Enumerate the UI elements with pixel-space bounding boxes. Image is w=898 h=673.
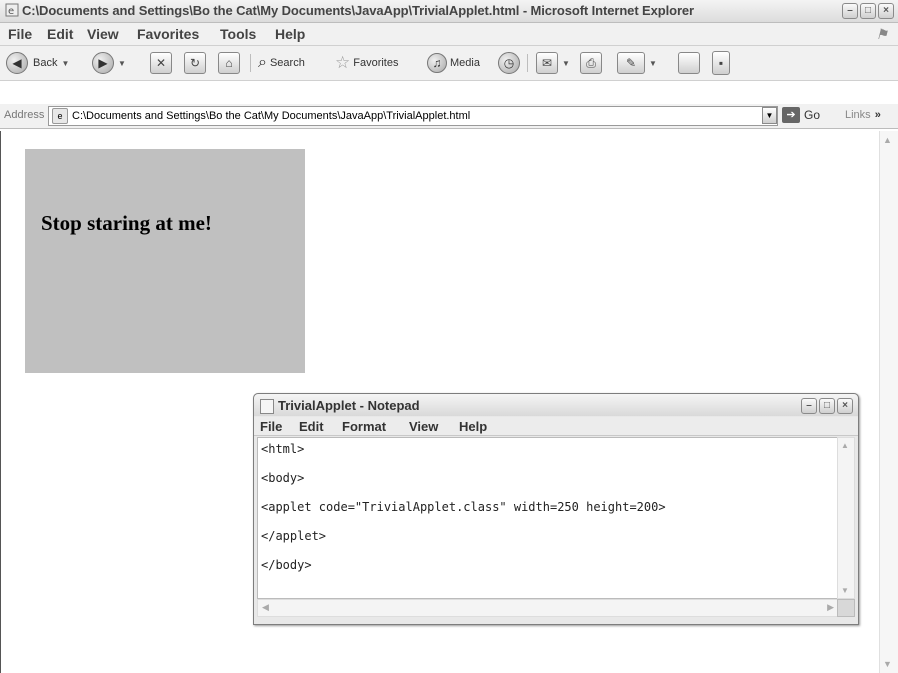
back-icon: ◀ [6,52,28,74]
favorites-icon: ☆ [335,53,351,72]
text-line: <body> [261,471,305,485]
refresh-icon: ↻ [184,52,206,74]
notepad-menu-file[interactable]: File [260,419,282,434]
text-line: </body> [261,558,312,572]
menu-help[interactable]: Help [275,26,305,42]
links-button[interactable]: Links» [845,109,881,121]
notepad-menu-view[interactable]: View [409,419,438,434]
notepad-horizontal-scrollbar[interactable]: ◀ ▶ [257,599,839,617]
messenger-icon: ▪ [712,51,730,75]
notepad-close-button[interactable]: × [837,398,853,414]
notepad-menu-help[interactable]: Help [459,419,487,434]
go-icon: ➔ [782,107,800,123]
notepad-minimize-button[interactable]: – [801,398,817,414]
page-scrollbar[interactable]: ▲ ▼ [879,131,898,673]
search-button[interactable]: ⌕ Search [258,52,305,74]
discuss-button[interactable] [678,52,700,74]
stop-icon: ✕ [150,52,172,74]
minimize-button[interactable]: – [842,3,858,19]
text-line: <applet code="TrivialApplet.class" width… [261,500,666,514]
toolbar-separator [250,54,251,72]
menu-tools[interactable]: Tools [220,26,256,42]
mail-icon: ✉ [536,52,558,74]
search-label: Search [269,57,305,69]
text-line: <html> [261,442,305,456]
address-label: Address [4,109,45,121]
close-button[interactable]: × [878,3,894,19]
resize-grip[interactable] [837,599,855,617]
menu-file[interactable]: File [8,26,32,42]
stop-button[interactable]: ✕ [150,52,172,74]
notepad-window: TrivialApplet - Notepad – □ × File Edit … [253,393,859,625]
scroll-right-icon[interactable]: ▶ [827,602,834,613]
menu-view[interactable]: View [87,26,119,42]
ie-page-icon: e [52,108,68,124]
forward-button[interactable]: ▶ ▼ [92,52,126,74]
notepad-menu-bar: File Edit Format View Help [254,417,858,436]
chevron-down-icon: ▼ [649,58,657,68]
text-line: </applet> [261,529,327,543]
chevron-down-icon: ▼ [118,58,126,68]
address-input[interactable]: e C:\Documents and Settings\Bo the Cat\M… [48,106,778,126]
notepad-maximize-button[interactable]: □ [819,398,835,414]
svg-text:e: e [8,6,14,17]
window-title: C:\Documents and Settings\Bo the Cat\My … [22,3,694,18]
scroll-down-icon[interactable]: ▼ [883,659,892,669]
applet-message: Stop staring at me! [41,211,212,235]
notepad-icon [260,399,274,414]
menu-favorites[interactable]: Favorites [137,26,199,42]
scroll-left-icon[interactable]: ◀ [262,602,269,613]
address-dropdown-button[interactable]: ▼ [762,107,777,124]
print-button[interactable]: ⎙ [580,52,602,74]
scroll-up-icon[interactable]: ▲ [883,135,892,145]
notepad-title-bar: TrivialApplet - Notepad – □ × [254,394,858,416]
ie-page-icon: e [5,3,19,17]
title-bar: e C:\Documents and Settings\Bo the Cat\M… [0,0,898,23]
mail-button[interactable]: ✉ ▼ [536,52,570,74]
scroll-up-icon[interactable]: ▲ [841,441,849,450]
messenger-button[interactable]: ▪ [712,51,730,75]
notepad-vertical-scrollbar[interactable]: ▲ ▼ [837,437,855,599]
chevron-down-icon: ▼ [562,58,570,68]
notepad-text-area[interactable]: <html> <body> <applet code="TrivialApple… [257,437,839,599]
favorites-button[interactable]: ☆ Favorites [335,52,399,74]
windows-flag-icon: ⚑ [875,26,888,42]
edit-icon: ✎ [617,52,645,74]
notepad-title: TrivialApplet - Notepad [278,398,420,413]
media-button[interactable]: ♫ Media [427,52,480,74]
toolbar-separator [527,54,528,72]
go-label: Go [804,108,821,122]
discuss-icon [678,52,700,74]
home-icon: ⌂ [218,52,240,74]
chevron-right-icon: » [874,109,881,121]
edit-button[interactable]: ✎ ▼ [617,52,657,74]
favorites-label: Favorites [353,57,399,69]
search-icon: ⌕ [258,54,267,71]
address-value: C:\Documents and Settings\Bo the Cat\My … [72,110,471,122]
print-icon: ⎙ [580,52,602,74]
media-icon: ♫ [427,53,447,73]
address-bar: Address e C:\Documents and Settings\Bo t… [0,104,898,129]
notepad-menu-format[interactable]: Format [342,419,386,434]
go-button[interactable]: ➔ Go [782,107,820,123]
history-button[interactable]: ◷ [498,52,520,74]
history-icon: ◷ [498,52,520,74]
toolbar: ◀ Back ▼ ▶ ▼ ✕ ↻ ⌂ ⌕ Search ☆ Favorites … [0,46,898,81]
media-label: Media [450,57,480,69]
forward-icon: ▶ [92,52,114,74]
home-button[interactable]: ⌂ [218,52,240,74]
refresh-button[interactable]: ↻ [184,52,206,74]
java-applet[interactable]: Stop staring at me! [25,149,305,373]
maximize-button[interactable]: □ [860,3,876,19]
back-label: Back [33,57,58,69]
scroll-down-icon[interactable]: ▼ [841,586,849,595]
menu-edit[interactable]: Edit [47,26,73,42]
links-label: Links [845,109,871,121]
notepad-menu-edit[interactable]: Edit [299,419,324,434]
menu-bar: File Edit View Favorites Tools Help ⚑ [0,23,898,46]
back-button[interactable]: ◀ Back ▼ [6,52,69,74]
chevron-down-icon: ▼ [61,58,70,68]
ie-window: e C:\Documents and Settings\Bo the Cat\M… [0,0,898,673]
